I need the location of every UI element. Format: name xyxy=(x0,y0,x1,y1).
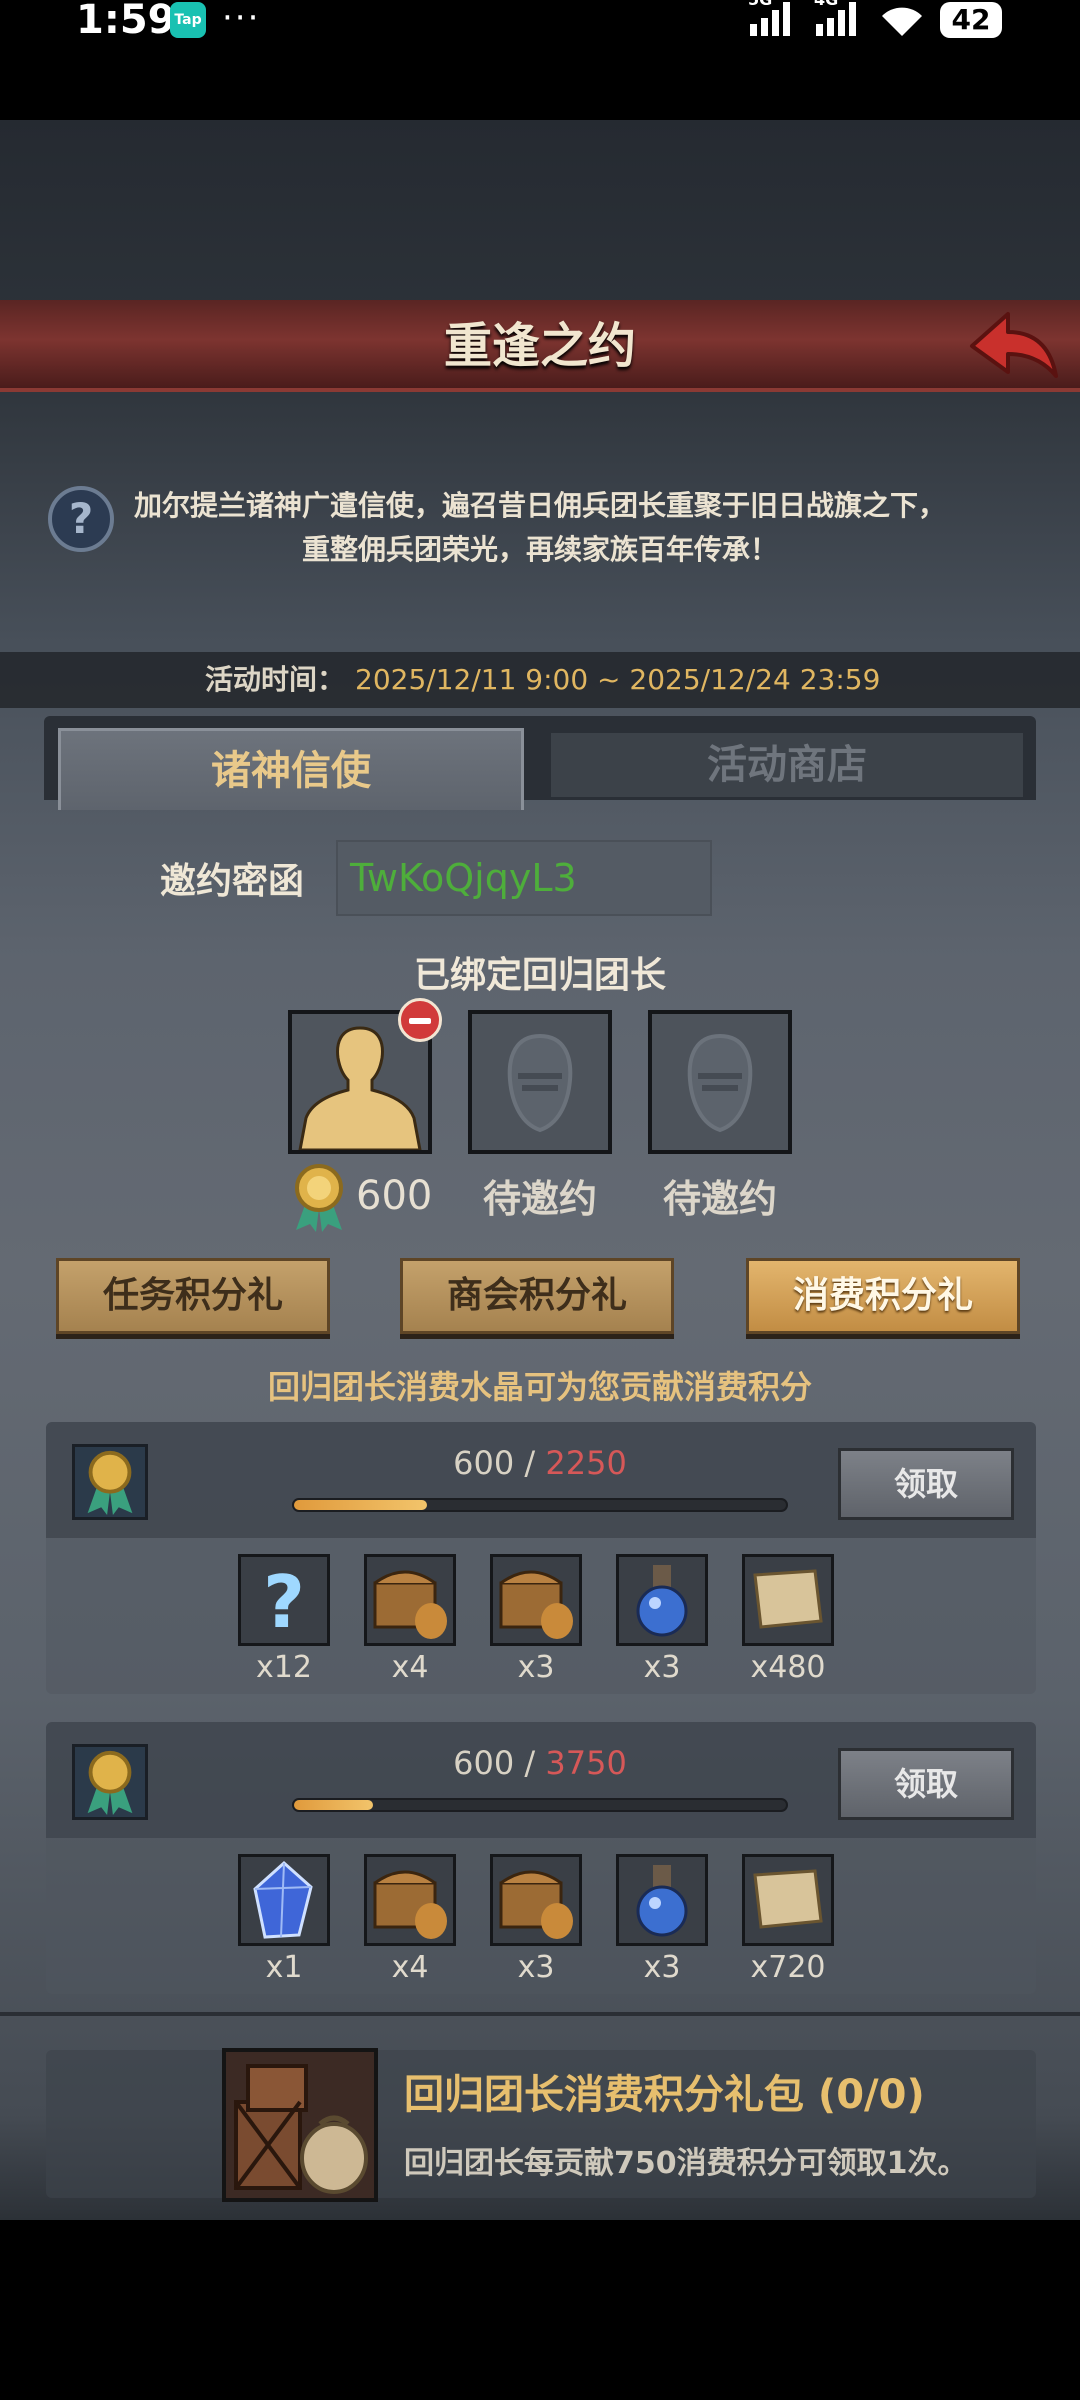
event-time-value: 2025/12/11 9:00 ~ 2025/12/24 23:59 xyxy=(355,663,881,696)
item-quantity: x4 xyxy=(391,1650,429,1685)
treasure-chest-icon[interactable] xyxy=(490,1854,582,1946)
medal-icon xyxy=(295,1164,343,1232)
empty-leader-slot[interactable] xyxy=(648,1010,792,1154)
treasure-chest-icon[interactable] xyxy=(490,1554,582,1646)
item-quantity: x3 xyxy=(643,1650,681,1685)
knight-helmet-icon xyxy=(687,1033,753,1133)
item-quantity: x1 xyxy=(265,1950,303,1985)
empty-leader-slot[interactable] xyxy=(468,1010,612,1154)
progress-bar xyxy=(292,1798,788,1812)
item-quantity: x3 xyxy=(517,1650,555,1685)
item-quantity: x4 xyxy=(391,1950,429,1985)
progress-text: 600 / 3750 xyxy=(453,1744,627,1782)
scroll-icon[interactable] xyxy=(742,1554,834,1646)
pending-invite-label: 待邀约 xyxy=(482,1177,597,1221)
consume-hint: 回归团长消费水晶可为您贡献消费积分 xyxy=(267,1368,812,1406)
pending-invite-label: 待邀约 xyxy=(662,1177,777,1221)
divider xyxy=(0,2012,1080,2016)
item-quantity: x720 xyxy=(750,1950,826,1985)
medal-icon xyxy=(72,1744,148,1820)
treasure-chest-icon[interactable] xyxy=(364,1854,456,1946)
battery-indicator: 42 xyxy=(940,2,1002,38)
leader-points: 600 xyxy=(356,1173,433,1219)
reward-tier-panel: 600 / 3750 领取 x1 x4 x3 x3 x720 xyxy=(46,1722,1036,1994)
claim-button[interactable]: 领取 xyxy=(838,1448,1014,1520)
package-title: 回归团长消费积分礼包 (0/0) xyxy=(404,2072,925,2118)
progress-text: 600 / 2250 xyxy=(453,1444,627,1482)
task-points-gift-button[interactable]: 任务积分礼 xyxy=(56,1258,330,1334)
treasure-chest-icon[interactable] xyxy=(364,1554,456,1646)
status-time: 1:59 xyxy=(76,0,176,43)
package-description: 回归团长每贡献750消费积分可领取1次。 xyxy=(404,2146,968,2181)
page-title: 重逢之约 xyxy=(443,318,636,374)
event-description: 加尔提兰诸神广遣信使，遍召昔日佣兵团长重聚于旧日战旗之下，重整佣兵团荣光，再续家… xyxy=(133,489,946,566)
tab-gods-envoy[interactable]: 诸神信使 xyxy=(58,728,524,810)
tab-event-shop[interactable]: 活动商店 xyxy=(548,730,1026,800)
invite-code-field[interactable]: TwKoQjqyL3 xyxy=(336,840,712,916)
mystery-question-icon[interactable]: ? xyxy=(238,1554,330,1646)
progress-bar xyxy=(292,1498,788,1512)
svg-text:?: ? xyxy=(263,1560,305,1643)
back-arrow-icon[interactable] xyxy=(968,306,1060,384)
tap-app-icon: Tap xyxy=(170,2,206,38)
blue-potion-icon[interactable] xyxy=(616,1854,708,1946)
blue-potion-icon[interactable] xyxy=(616,1554,708,1646)
help-icon[interactable]: ? xyxy=(48,486,114,552)
reward-tier-panel: 600 / 2250 领取 ? x12 x4 x3 x3 x480 xyxy=(46,1422,1036,1694)
event-time-label: 活动时间： xyxy=(205,663,346,696)
invite-code-label: 邀约密函 xyxy=(160,861,305,902)
crates-and-sack-icon[interactable] xyxy=(222,2048,378,2202)
consume-points-gift-button[interactable]: 消费积分礼 xyxy=(746,1258,1020,1334)
wifi-icon xyxy=(882,7,922,36)
navigation-bar-area xyxy=(0,2220,1080,2400)
item-quantity: x480 xyxy=(750,1650,826,1685)
item-quantity: x12 xyxy=(256,1650,312,1685)
blue-crystal-icon[interactable] xyxy=(238,1854,330,1946)
item-quantity: x3 xyxy=(517,1950,555,1985)
scroll-icon[interactable] xyxy=(742,1854,834,1946)
signal-4g-icon: 4G xyxy=(814,0,856,36)
knight-helmet-icon xyxy=(507,1033,573,1133)
item-quantity: x3 xyxy=(643,1950,681,1985)
claim-button[interactable]: 领取 xyxy=(838,1748,1014,1820)
medal-icon xyxy=(72,1444,148,1520)
remove-leader-button[interactable] xyxy=(398,998,442,1042)
more-notifications-icon: ··· xyxy=(222,0,261,38)
signal-5g-icon: 5G xyxy=(748,0,790,36)
bound-leaders-title: 已绑定回归团长 xyxy=(413,955,666,996)
guild-points-gift-button[interactable]: 商会积分礼 xyxy=(400,1258,674,1334)
